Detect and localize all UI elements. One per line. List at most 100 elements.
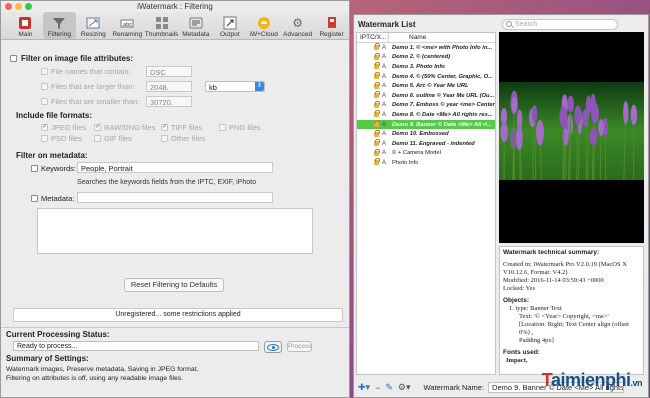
metadata-checkbox[interactable]: [31, 195, 38, 202]
watermark-row[interactable]: A Demo 2. © (centered): [357, 52, 495, 63]
keywords-checkbox[interactable]: [31, 165, 38, 172]
larger-than-checkbox[interactable]: [41, 83, 48, 90]
watermark-row-name: Demo 4. © (50% Center, Graphic, O...: [392, 73, 493, 80]
raw-label: RAW/DNG files: [104, 123, 156, 132]
watermark-row[interactable]: A Demo 11. Engraved - indented: [357, 139, 495, 149]
lock-icon: [374, 81, 380, 89]
svg-text:abc: abc: [123, 22, 132, 28]
watermark-list-window: Watermark List Search IPTC/X... Name A De…: [353, 14, 649, 398]
watermark-list-title: Watermark List: [358, 20, 416, 29]
jpeg-checkbox[interactable]: [41, 122, 48, 131]
text-type-icon: A: [381, 44, 386, 51]
preview-eye-button[interactable]: [264, 341, 282, 353]
raw-checkbox[interactable]: [94, 122, 101, 131]
watermark-row-name: Demo 8. © Date <Me> All rights res...: [392, 111, 493, 118]
window-title: iWatermark : Filtering: [137, 2, 213, 11]
filtering-window: iWatermark : Filtering Main Filtering Re…: [0, 0, 350, 398]
tech-summary-heading: Watermark technical summary:: [503, 249, 600, 256]
toolbar-metadata[interactable]: Metadata: [179, 12, 212, 39]
toolbar-register[interactable]: Register: [315, 12, 348, 39]
zoom-button[interactable]: [25, 3, 32, 10]
jpeg-label: JPEG files: [51, 123, 87, 132]
watermark-row[interactable]: A Demo 7. Emboss © year <me> Center: [357, 100, 495, 111]
toolbar-filtering[interactable]: Filtering: [42, 12, 76, 39]
text-type-icon: A: [381, 54, 386, 61]
tiff-checkbox[interactable]: [161, 122, 168, 131]
unit-select[interactable]: kb ⇕: [205, 81, 265, 92]
name-contains-input[interactable]: DSC: [146, 66, 192, 77]
keywords-input[interactable]: People, Portrait: [77, 162, 273, 173]
toolbar-advanced[interactable]: ⚙ Advanced: [281, 12, 314, 39]
column-iptc[interactable]: IPTC/X...: [357, 33, 389, 42]
lock-icon: [374, 52, 380, 60]
text-type-icon: A: [381, 140, 386, 147]
watermark-name-label: Watermark Name:: [423, 383, 485, 392]
watermark-row[interactable]: A Demo 5. Arc © Year Me URL: [357, 81, 495, 91]
name-contains-checkbox[interactable]: [41, 68, 48, 75]
smaller-than-checkbox[interactable]: [41, 98, 48, 105]
formats-heading: Include file formats:: [16, 111, 93, 120]
metadata-icon: [188, 16, 204, 30]
watermark-row-name: Demo 7. Emboss © year <me> Center: [392, 102, 495, 109]
add-watermark-button[interactable]: ✚▾: [358, 382, 370, 393]
png-checkbox[interactable]: [219, 124, 226, 131]
toolbar-renaming[interactable]: abc Renaming: [111, 12, 144, 39]
settings-gear-icon[interactable]: ⚙▾: [398, 382, 411, 393]
summary-heading: Summary of Settings:: [6, 354, 89, 363]
watermark-row[interactable]: A Photo Info: [357, 158, 495, 168]
process-button[interactable]: Process: [287, 341, 312, 352]
name-contains-label: File names that contain:: [51, 67, 131, 76]
watermark-row[interactable]: A Demo 6. outline © Year Me URL (Ou...: [357, 91, 495, 101]
reset-filtering-button[interactable]: Reset Filtering to Defaults: [124, 278, 224, 292]
gif-checkbox[interactable]: [94, 135, 101, 142]
smaller-than-label: Files that are smaller than:: [51, 97, 140, 106]
lock-icon: [374, 120, 380, 128]
gear-icon: ⚙: [292, 16, 304, 30]
filter-icon: [51, 16, 67, 30]
minimize-button[interactable]: [15, 3, 22, 10]
metadata-textarea[interactable]: [37, 208, 313, 254]
gif-label: GIF files: [104, 134, 132, 143]
watermark-row[interactable]: A © + Camera Model: [357, 148, 495, 159]
keywords-label: Keywords:: [41, 164, 77, 173]
app-icon: [17, 16, 33, 30]
watermark-row[interactable]: A Demo 3. Photo Info: [357, 62, 495, 72]
filter-attributes-checkbox[interactable]: [10, 55, 17, 62]
smaller-than-input[interactable]: 30720.: [146, 96, 192, 107]
metadata-filter-heading: Filter on metadata:: [16, 151, 88, 160]
column-name[interactable]: Name: [389, 33, 426, 42]
psd-label: PSD files: [51, 134, 82, 143]
remove-watermark-button[interactable]: −: [375, 383, 380, 393]
status-heading: Current Processing Status:: [6, 330, 110, 339]
cloud-icon: [256, 16, 272, 30]
lock-icon: [374, 91, 380, 99]
watermark-row-name: Demo 11. Engraved - indented: [392, 140, 475, 147]
lock-icon: [374, 43, 380, 51]
site-logo: Taimienphi.vn: [541, 370, 643, 390]
larger-than-input[interactable]: 2048.: [146, 81, 192, 92]
text-type-icon: A: [381, 92, 386, 99]
toolbar-output[interactable]: Output: [213, 12, 246, 39]
toolbar-main[interactable]: Main: [9, 12, 42, 39]
toolbar-thumbnails[interactable]: Thumbnails: [145, 12, 178, 39]
watermark-row[interactable]: A Demo 10. Embossed: [357, 129, 495, 139]
other-checkbox[interactable]: [161, 135, 168, 142]
psd-checkbox[interactable]: [41, 135, 48, 142]
toolbar-cloud[interactable]: iW+Cloud: [247, 12, 280, 39]
search-input[interactable]: Search: [502, 19, 618, 30]
registration-notice: Unregistered... some restrictions applie…: [13, 308, 343, 322]
close-button[interactable]: [5, 3, 12, 10]
text-type-icon: A: [381, 159, 386, 166]
toolbar-resizing[interactable]: Resizing: [77, 12, 110, 39]
watermark-row[interactable]: A Demo 8. © Date <Me> All rights res...: [357, 110, 495, 120]
watermark-row[interactable]: A Demo 1. © <me> with Photo Info in...: [357, 43, 495, 53]
watermark-row[interactable]: A Demo 4. © (50% Center, Graphic, O...: [357, 72, 495, 82]
watermark-row-name: Demo 10. Embossed: [392, 131, 449, 138]
resize-icon: [85, 16, 101, 30]
edit-icon[interactable]: ✎: [385, 382, 393, 393]
watermark-row[interactable]: A Demo 9. Banner © Date <Me> All ri...: [357, 119, 495, 130]
list-header: IPTC/X... Name: [357, 33, 495, 43]
watermark-list[interactable]: IPTC/X... Name A Demo 1. © <me> with Phot…: [356, 32, 496, 375]
larger-than-label: Files that are larger than:: [51, 82, 135, 91]
metadata-input[interactable]: [77, 192, 273, 203]
